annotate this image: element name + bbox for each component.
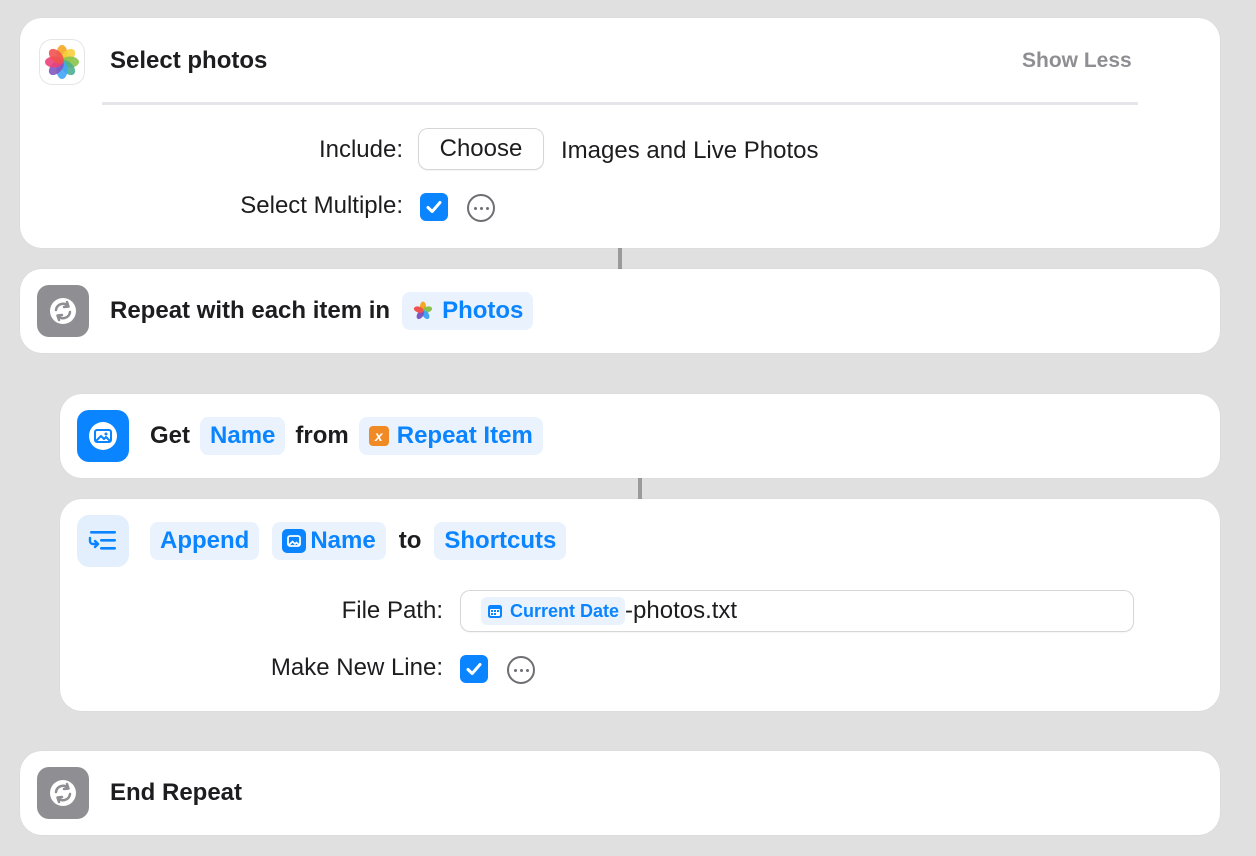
select-multiple-checkbox[interactable] — [420, 193, 448, 221]
include-label: Include: — [318, 136, 403, 163]
photos-variable-label: Photos — [442, 297, 524, 324]
more-options-icon[interactable] — [507, 656, 535, 684]
divider — [102, 102, 1138, 105]
repeat-icon — [37, 767, 89, 819]
more-options-icon[interactable] — [467, 194, 495, 222]
make-new-line-checkbox[interactable] — [460, 655, 488, 683]
show-less-button[interactable]: Show Less — [1022, 46, 1132, 76]
current-date-token[interactable]: Current Date — [481, 597, 626, 625]
flow-connector — [638, 478, 642, 500]
photos-app-icon — [413, 301, 433, 320]
repeat-label: Repeat with each item in — [110, 297, 391, 324]
shortcuts-target-token[interactable]: Shortcuts — [434, 522, 567, 560]
file-path-suffix: -photos.txt — [625, 597, 738, 624]
name-property-token[interactable]: Name — [200, 417, 286, 455]
append-action-card[interactable]: Append Name to Shortcuts File Path: Curr… — [60, 499, 1220, 711]
repeat-icon — [37, 285, 89, 337]
checkmark-icon — [466, 663, 482, 675]
flow-connector — [618, 248, 622, 270]
include-value: Images and Live Photos — [561, 137, 819, 164]
current-date-label: Current Date — [510, 600, 620, 621]
from-word: from — [295, 422, 349, 449]
name-variable-token[interactable]: Name — [272, 522, 386, 560]
checkmark-icon — [426, 201, 442, 213]
choose-button[interactable]: Choose — [419, 129, 543, 169]
append-text-icon — [77, 515, 129, 567]
repeat-item-label: Repeat Item — [396, 422, 533, 449]
select-photos-action-card[interactable]: Select photos Show Less Include: Choose … — [20, 18, 1220, 248]
action-title: Select photos — [110, 47, 268, 74]
image-icon — [77, 410, 129, 462]
name-variable-label: Name — [310, 527, 376, 554]
get-word: Get — [150, 422, 191, 449]
append-action-token[interactable]: Append — [150, 522, 260, 560]
photos-app-icon — [40, 40, 84, 84]
photos-variable-token[interactable]: Photos — [402, 292, 534, 330]
select-multiple-label: Select Multiple: — [240, 192, 403, 219]
repeat-item-token[interactable]: x Repeat Item — [358, 417, 543, 455]
get-name-action-card[interactable]: Get Name from x Repeat Item — [60, 394, 1220, 478]
end-repeat-label: End Repeat — [110, 779, 243, 806]
file-path-field[interactable]: Current Date -photos.txt — [461, 591, 1133, 631]
end-repeat-action-card[interactable]: End Repeat — [20, 751, 1220, 835]
file-path-label: File Path: — [341, 597, 443, 624]
repeat-action-card[interactable]: Repeat with each item in Photos — [20, 269, 1220, 353]
make-new-line-label: Make New Line: — [270, 654, 443, 681]
to-word: to — [398, 527, 422, 554]
calendar-icon — [488, 605, 502, 618]
image-icon — [282, 529, 307, 553]
variable-x-icon: x — [368, 426, 389, 446]
